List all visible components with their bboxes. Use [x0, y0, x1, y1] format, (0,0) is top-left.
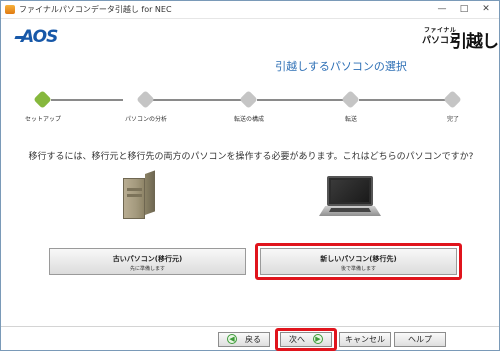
cancel-button-label: キャンセル — [345, 335, 385, 344]
step-marker-transfer — [340, 89, 361, 110]
new-pc-button-label: 新しいパソコン(移行先) — [320, 255, 397, 263]
old-pc-button-sublabel: 先に準備します — [129, 266, 165, 272]
step-connector — [51, 99, 123, 101]
maximize-button[interactable]: □ — [457, 3, 471, 16]
old-pc-button[interactable]: 古いパソコン(移行元) 先に準備します — [49, 248, 246, 275]
minimize-button[interactable]: — — [435, 3, 449, 16]
old-pc-button-label: 古いパソコン(移行元) — [112, 255, 183, 263]
step-label-config: 転送の構成 — [233, 116, 265, 123]
step-marker-analysis — [135, 89, 156, 110]
product-logo: ファイナル パソコン 引越し — [418, 25, 499, 52]
step-marker-config — [238, 89, 259, 110]
footer-divider — [1, 326, 499, 327]
next-button-label: 次へ — [289, 335, 305, 344]
next-button[interactable]: 次へ ▶ — [280, 332, 332, 347]
step-label-complete: 完了 — [446, 116, 460, 123]
back-button-label: 戻る — [245, 335, 261, 344]
product-logo-big: 引越し — [450, 32, 499, 52]
back-button[interactable]: ◀ 戻る — [218, 332, 270, 347]
desktop-pc-icon — [123, 170, 155, 219]
arrow-left-icon: ◀ — [227, 333, 237, 344]
step-label-setup: セットアップ — [24, 116, 62, 123]
new-pc-button[interactable]: 新しいパソコン(移行先) 後で準備します — [260, 248, 457, 275]
step-label-analysis: パソコンの分析 — [124, 116, 168, 123]
new-pc-button-sublabel: 後で準備します — [340, 266, 376, 272]
laptop-pc-icon — [319, 176, 381, 220]
step-marker-setup — [32, 89, 53, 110]
step-connector — [359, 99, 445, 101]
step-connector — [153, 99, 241, 101]
step-marker-complete — [442, 89, 463, 110]
aos-logo: AOS — [21, 27, 58, 47]
instruction-text: 移行するには、移行元と移行先の両方のパソコンを操作する必要があります。これはどち… — [28, 152, 474, 162]
window-title: ファイナルパソコンデータ引越し for NEC — [19, 5, 172, 14]
page-title: 引越しするパソコンの選択 — [275, 60, 407, 73]
step-connector — [257, 99, 343, 101]
title-bar[interactable]: ファイナルパソコンデータ引越し for NEC — □ ✕ — [1, 1, 499, 19]
progress-steps: セットアップ パソコンの分析 転送の構成 転送 完了 — [1, 89, 500, 125]
help-button[interactable]: ヘルプ — [394, 332, 446, 347]
cancel-button[interactable]: キャンセル — [339, 332, 391, 347]
arrow-right-icon: ▶ — [313, 333, 323, 344]
app-icon — [5, 5, 15, 14]
help-button-label: ヘルプ — [408, 335, 432, 344]
close-button[interactable]: ✕ — [479, 3, 493, 16]
app-window: ファイナルパソコンデータ引越し for NEC — □ ✕ AOS ファイナル … — [0, 0, 500, 351]
step-label-transfer: 転送 — [344, 116, 358, 123]
